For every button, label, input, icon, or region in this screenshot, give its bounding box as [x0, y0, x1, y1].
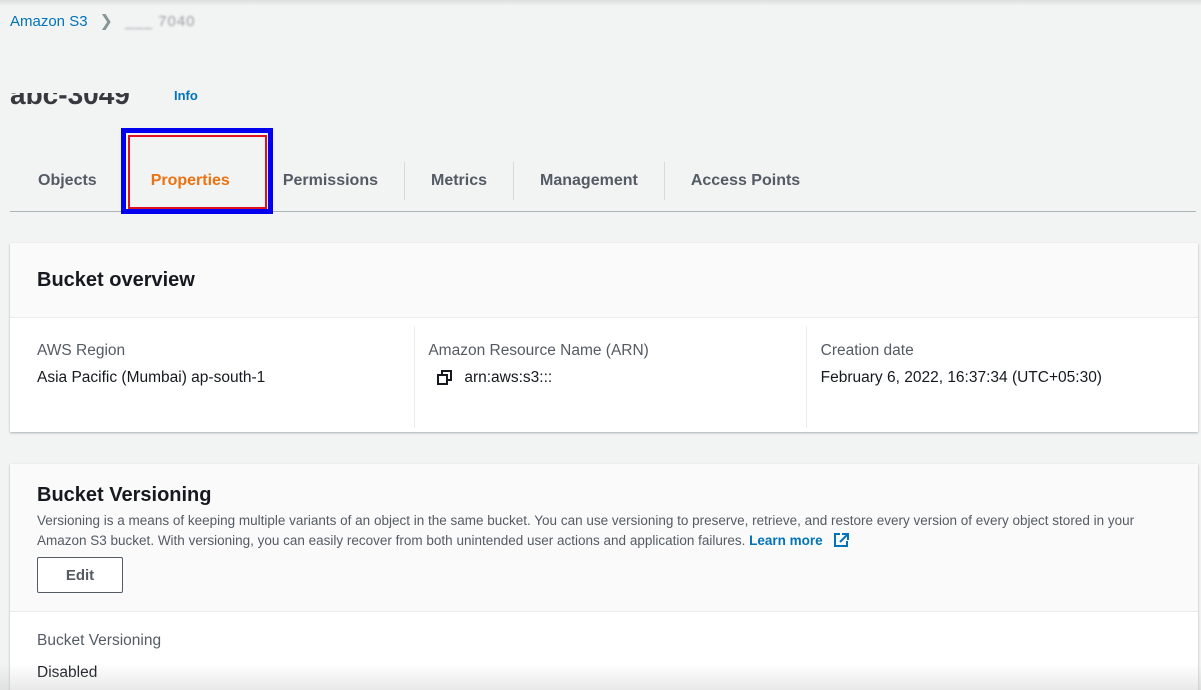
region-column: AWS Region Asia Pacific (Mumbai) ap-sout…	[10, 326, 414, 428]
region-label: AWS Region	[37, 342, 126, 359]
s3-bucket-properties-page: Amazon S3 ❯ ___ 7040 abc-3049 Info Objec…	[0, 0, 1201, 690]
creation-date-value: February 6, 2022, 16:37:34 (UTC+05:30)	[820, 369, 1102, 386]
learn-more-link[interactable]: Learn more	[749, 533, 823, 548]
versioning-status-label: Bucket Versioning	[37, 632, 162, 649]
bucket-overview-title: Bucket overview	[37, 269, 195, 291]
versioning-description-text: Versioning is a means of keeping multipl…	[37, 513, 1135, 548]
versioning-status-value: Disabled	[37, 664, 98, 681]
tab-access-points[interactable]: Access Points	[665, 162, 826, 200]
tab-permissions[interactable]: Permissions	[257, 161, 405, 200]
arn-label: Amazon Resource Name (ARN)	[428, 342, 649, 359]
breadcrumb: Amazon S3 ❯ ___ 7040	[10, 10, 196, 32]
tab-management[interactable]: Management	[514, 161, 665, 200]
info-link[interactable]: Info	[174, 88, 198, 103]
breadcrumb-amazon-s3-link[interactable]: Amazon S3	[10, 13, 88, 30]
bucket-versioning-header: Bucket Versioning Versioning is a means …	[10, 464, 1198, 612]
creation-date-label: Creation date	[820, 342, 914, 359]
region-value: Asia Pacific (Mumbai) ap-south-1	[37, 369, 266, 386]
bucket-overview-details: AWS Region Asia Pacific (Mumbai) ap-sout…	[10, 318, 1198, 428]
bucket-tabs: Objects Properties Permissions Metrics M…	[10, 150, 1196, 212]
bucket-overview-panel: Bucket overview AWS Region Asia Pacific …	[10, 243, 1198, 432]
arn-column: Amazon Resource Name (ARN) arn:aws:s3:::	[414, 326, 805, 428]
arn-row: arn:aws:s3:::	[437, 369, 778, 387]
copy-icon[interactable]	[437, 370, 453, 386]
tab-metrics[interactable]: Metrics	[405, 161, 515, 200]
tab-properties[interactable]: Properties	[123, 162, 257, 200]
bucket-versioning-description: Versioning is a means of keeping multipl…	[37, 511, 1147, 551]
breadcrumb-current-bucket[interactable]: ___ 7040	[125, 13, 196, 30]
bucket-versioning-title: Bucket Versioning	[37, 484, 212, 506]
arn-value: arn:aws:s3:::	[464, 369, 553, 386]
bucket-versioning-panel: Bucket Versioning Versioning is a means …	[10, 464, 1198, 690]
top-shade	[0, 0, 1201, 6]
bucket-overview-header: Bucket overview	[10, 243, 1198, 318]
edit-button[interactable]: Edit	[37, 557, 123, 593]
external-link-icon[interactable]	[833, 532, 850, 548]
chevron-right-icon: ❯	[99, 13, 113, 30]
bucket-versioning-status: Bucket Versioning Disabled	[10, 612, 1198, 682]
page-title-row: abc-3049 Info	[10, 80, 198, 110]
creation-date-column: Creation date February 6, 2022, 16:37:34…	[805, 326, 1198, 428]
page-title: abc-3049	[10, 93, 160, 107]
tab-objects[interactable]: Objects	[10, 162, 123, 200]
